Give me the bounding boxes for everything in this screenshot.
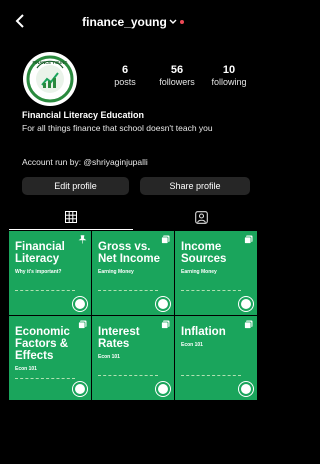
logo-icon <box>239 382 253 396</box>
post-tile[interactable]: Financial Literacy Why it's important? <box>9 231 91 315</box>
carousel-icon <box>161 235 170 246</box>
divider <box>15 378 75 379</box>
active-tab-indicator <box>9 229 133 230</box>
profile-bio: For all things finance that school doesn… <box>22 123 213 133</box>
pin-icon <box>78 235 87 246</box>
followers-count[interactable]: 56 followers <box>149 64 205 88</box>
tab-grid[interactable] <box>9 208 133 230</box>
posts-value: 6 <box>121 64 129 76</box>
finance-young-logo: FINANCE YOUNG <box>24 53 76 105</box>
divider <box>181 375 241 376</box>
logo-icon <box>156 382 170 396</box>
post-subtitle: Earning Money <box>98 269 134 275</box>
carousel-icon <box>244 235 253 246</box>
post-subtitle: Econ 101 <box>98 354 120 360</box>
following-count[interactable]: 10 following <box>201 64 257 88</box>
divider <box>15 290 75 291</box>
divider <box>98 375 158 376</box>
post-tile[interactable]: Inflation Econ 101 <box>175 316 257 400</box>
profile-name: Financial Literacy Education <box>22 110 145 120</box>
followers-label: followers <box>159 77 195 87</box>
post-subtitle: Why it's important? <box>15 269 62 275</box>
post-subtitle: Econ 101 <box>181 342 203 348</box>
top-bar: finance_young <box>9 14 257 32</box>
avatar[interactable]: FINANCE YOUNG <box>23 52 77 106</box>
carousel-icon <box>78 320 87 331</box>
post-tile[interactable]: Gross vs. Net Income Earning Money <box>92 231 174 315</box>
username: finance_young <box>82 15 167 29</box>
following-label: following <box>211 77 247 87</box>
chevron-down-icon <box>169 14 177 30</box>
grid-icon <box>65 211 77 223</box>
posts-label: posts <box>114 77 136 87</box>
tagged-icon <box>195 211 208 224</box>
notification-dot <box>179 20 184 24</box>
profile-tabs <box>9 208 257 230</box>
followers-value: 56 <box>170 64 184 76</box>
post-tile[interactable]: Interest Rates Econ 101 <box>92 316 174 400</box>
post-tile[interactable]: Economic Factors & Effects Econ 101 <box>9 316 91 400</box>
logo-icon <box>156 297 170 311</box>
carousel-icon <box>244 320 253 331</box>
divider <box>181 290 241 291</box>
post-subtitle: Earning Money <box>181 269 217 275</box>
profile-screen: finance_young FINANCE YOUNG 6 posts 56 f… <box>9 0 257 464</box>
logo-icon <box>239 297 253 311</box>
svg-text:FINANCE YOUNG: FINANCE YOUNG <box>32 60 67 65</box>
account-switcher[interactable]: finance_young <box>9 14 257 30</box>
divider <box>98 290 158 291</box>
account-run-by[interactable]: Account run by: @shriyaginjupalli <box>22 157 148 167</box>
posts-count[interactable]: 6 posts <box>97 64 153 88</box>
post-title: Interest Rates <box>98 326 140 350</box>
tab-tagged[interactable] <box>133 208 257 230</box>
logo-icon <box>73 297 87 311</box>
post-title: Financial Literacy <box>15 241 65 265</box>
share-profile-button[interactable]: Share profile <box>140 177 250 195</box>
following-value: 10 <box>222 64 236 76</box>
edit-profile-button[interactable]: Edit profile <box>22 177 129 195</box>
post-tile[interactable]: Income Sources Earning Money <box>175 231 257 315</box>
post-subtitle: Econ 101 <box>15 366 37 372</box>
carousel-icon <box>161 320 170 331</box>
logo-icon <box>73 382 87 396</box>
post-title: Economic Factors & Effects <box>15 326 70 362</box>
